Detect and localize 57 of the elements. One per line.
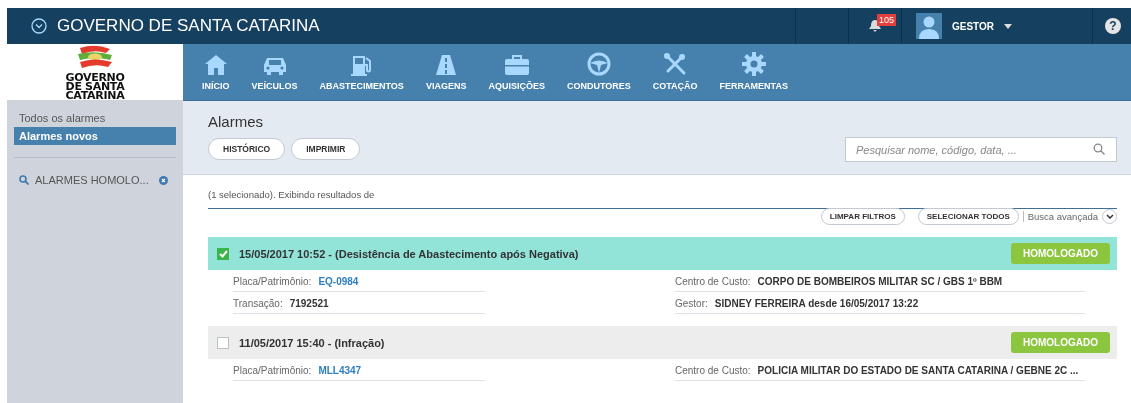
nav-tab[interactable]: INÍCIO — [191, 44, 241, 100]
status-badge: HOMOLOGADO — [1011, 332, 1110, 353]
page-title: Alarmes — [208, 113, 264, 130]
field-label: Placa/Patrimônio: — [233, 276, 312, 287]
field-link[interactable]: EQ-0984 — [318, 276, 359, 287]
house-icon — [203, 54, 228, 76]
status-badge: HOMOLOGADO — [1011, 243, 1110, 264]
field-label: Centro de Custo: — [675, 365, 751, 376]
field-label: Gestor: — [675, 298, 708, 309]
toolbar-button[interactable]: HISTÓRICO — [208, 138, 286, 160]
fuel-pump-icon — [350, 54, 373, 76]
gear-icon — [741, 52, 766, 76]
briefcase-icon — [503, 54, 530, 76]
nav-tab[interactable]: COTAÇÃO — [641, 44, 709, 100]
advanced-search-link[interactable]: Busca avançada — [1022, 211, 1098, 222]
nav-tab[interactable]: ABASTECIMENTOS — [308, 44, 415, 100]
field-label: Placa/Patrimônio: — [233, 365, 312, 376]
nav-tab[interactable]: VIAGENS — [414, 44, 478, 100]
caret-icon — [1004, 23, 1013, 29]
avatar-icon — [916, 13, 942, 39]
wrench-screwdriver-icon — [663, 52, 688, 76]
alarm-title: 11/05/2017 15:40 - (Infração) — [239, 336, 386, 349]
search-field[interactable]: Pesquisar nome, código, data, ... — [845, 137, 1117, 162]
chevron-circle-icon[interactable] — [31, 18, 47, 34]
search-icon — [19, 175, 29, 185]
filter-action-button[interactable]: SELECIONAR TODOS — [917, 208, 1019, 225]
nav-tab[interactable]: AQUISIÇÕES — [477, 44, 556, 100]
help-button[interactable]: ? — [1105, 18, 1121, 34]
checkbox[interactable] — [217, 247, 229, 260]
alarm-title: 15/05/2017 10:52 - (Desistência de Abastecimento após Negativa) — [239, 247, 580, 260]
car-icon — [261, 56, 288, 76]
logo-text: GOVERNO DE SANTA CATARINA — [65, 72, 125, 100]
nav-tab[interactable]: FERRAMENTAS — [708, 44, 799, 100]
sidebar-item[interactable]: Alarmes novos — [14, 127, 176, 145]
steering-wheel-icon — [586, 52, 611, 76]
field-label: Centro de Custo: — [675, 276, 751, 287]
notification-badge: 105 — [877, 14, 897, 26]
field-value: 7192521 — [289, 298, 329, 309]
chevron-down-icon — [1105, 214, 1114, 219]
saved-filter[interactable]: ALARMES HOMOLO... — [35, 174, 153, 186]
filter-action-button[interactable]: LIMPAR FILTROS — [820, 208, 905, 225]
checkbox[interactable] — [217, 336, 229, 349]
app-title: GOVERNO DE SANTA CATARINA — [57, 16, 321, 36]
nav-tab[interactable]: VEÍCULOS — [240, 44, 309, 100]
field-value: CORPO DE BOMBEIROS MILITAR SC / GBS 1º BBM — [757, 276, 1003, 287]
sidebar-item[interactable]: Todos os alarmes — [14, 109, 176, 127]
field-value: POLICIA MILITAR DO ESTADO DE SANTA CATARINA / GEBNE 2C ... — [757, 365, 1079, 376]
close-icon[interactable] — [159, 175, 168, 185]
expand-button[interactable] — [1102, 209, 1117, 224]
road-icon — [435, 54, 458, 76]
field-value: SIDNEY FERREIRA desde 16/05/2017 13:22 — [714, 298, 919, 309]
field-link[interactable]: MLL4347 — [318, 365, 362, 376]
toolbar-button[interactable]: IMPRIMIR — [291, 138, 361, 160]
nav-tab[interactable]: CONDUTORES — [555, 44, 642, 100]
user-menu[interactable]: GESTOR — [952, 20, 1013, 32]
field-label: Transação: — [233, 298, 283, 309]
search-icon[interactable] — [1093, 143, 1105, 155]
